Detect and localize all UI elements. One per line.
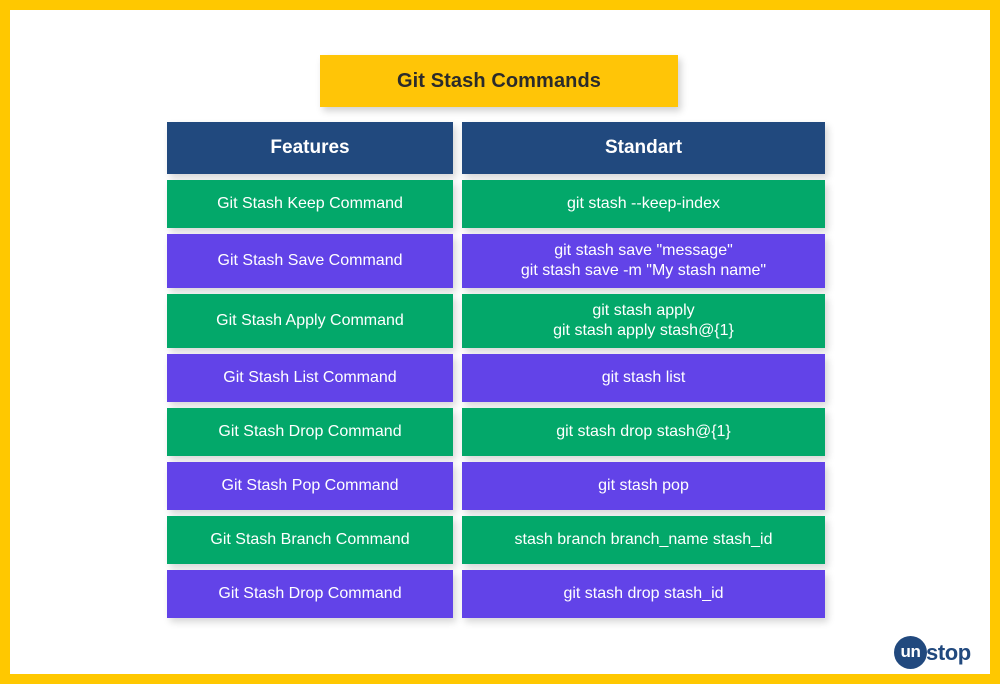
command-cell: git stash pop	[462, 462, 825, 510]
table-header-row: Features Standart	[167, 122, 833, 174]
command-lines: git stash list	[602, 368, 686, 388]
feature-label: Git Stash Keep Command	[217, 194, 403, 212]
table-row: Git Stash Save Command git stash save "m…	[167, 234, 833, 288]
command-line: git stash list	[601, 368, 686, 386]
feature-cell: Git Stash Save Command	[167, 234, 453, 288]
feature-cell: Git Stash Pop Command	[167, 462, 453, 510]
feature-label: Git Stash Pop Command	[221, 476, 399, 494]
table-row: Git Stash Drop Command git stash drop st…	[167, 570, 833, 618]
command-line: git stash apply stash@{1}	[553, 322, 734, 339]
command-lines: git stash drop stash@{1}	[556, 422, 731, 442]
feature-cell: Git Stash Drop Command	[167, 570, 453, 618]
unstop-logo-mark-icon: un	[894, 635, 927, 669]
command-cell: git stash list	[462, 354, 825, 402]
command-cell: git stash --keep-index	[462, 180, 825, 228]
feature-cell: Git Stash Drop Command	[167, 408, 453, 456]
column-header-features: Features	[167, 122, 453, 174]
command-lines: git stash --keep-index	[567, 194, 720, 214]
page-title: Git Stash Commands	[396, 69, 602, 92]
feature-cell: Git Stash Branch Command	[167, 516, 453, 564]
unstop-logo: un stop	[894, 632, 971, 672]
feature-label: Git Stash Apply Command	[216, 311, 404, 329]
table-row: Git Stash Branch Command stash branch br…	[167, 516, 833, 564]
feature-cell: Git Stash Keep Command	[167, 180, 453, 228]
command-cell: git stash save "message" git stash save …	[462, 234, 825, 288]
feature-label: Git Stash Save Command	[217, 251, 403, 269]
feature-label: Git Stash Drop Command	[218, 584, 402, 602]
feature-label: Git Stash Drop Command	[218, 422, 402, 440]
table-row: Git Stash List Command git stash list	[167, 354, 833, 402]
command-lines: git stash pop	[598, 476, 689, 496]
command-cell: git stash drop stash_id	[462, 570, 825, 618]
table-row: Git Stash Drop Command git stash drop st…	[167, 408, 833, 456]
command-cell: stash branch branch_name stash_id	[462, 516, 825, 564]
command-lines: git stash drop stash_id	[563, 584, 723, 604]
table-row: Git Stash Apply Command git stash apply …	[167, 294, 833, 348]
command-line: git stash pop	[598, 476, 689, 494]
command-line: git stash drop stash@{1}	[556, 422, 731, 440]
command-line: git stash save "message"	[554, 241, 733, 259]
page-title-banner: Git Stash Commands	[320, 55, 678, 107]
command-line: git stash drop stash_id	[563, 584, 724, 602]
command-line: stash branch branch_name stash_id	[514, 530, 773, 548]
feature-label: Git Stash Branch Command	[210, 530, 410, 548]
unstop-logo-wordmark: stop	[926, 639, 971, 665]
command-lines: stash branch branch_name stash_id	[515, 530, 773, 550]
table-row: Git Stash Pop Command git stash pop	[167, 462, 833, 510]
column-header-standart-label: Standart	[604, 136, 683, 158]
command-line: git stash apply	[592, 301, 695, 319]
column-header-standart: Standart	[462, 122, 825, 174]
column-header-features-label: Features	[270, 136, 350, 158]
feature-label: Git Stash List Command	[223, 368, 397, 386]
command-cell: git stash drop stash@{1}	[462, 408, 825, 456]
feature-cell: Git Stash List Command	[167, 354, 453, 402]
command-line: git stash --keep-index	[567, 194, 720, 212]
git-stash-commands-table: Features Standart Git Stash Keep Command…	[167, 122, 833, 624]
table-row: Git Stash Keep Command git stash --keep-…	[167, 180, 833, 228]
feature-cell: Git Stash Apply Command	[167, 294, 453, 348]
command-lines: git stash apply git stash apply stash@{1…	[553, 301, 734, 342]
command-line: git stash save -m "My stash name"	[520, 262, 767, 279]
infographic-canvas: Git Stash Commands Features Standart Git…	[0, 0, 1000, 684]
command-cell: git stash apply git stash apply stash@{1…	[462, 294, 825, 348]
command-lines: git stash save "message" git stash save …	[521, 241, 766, 282]
